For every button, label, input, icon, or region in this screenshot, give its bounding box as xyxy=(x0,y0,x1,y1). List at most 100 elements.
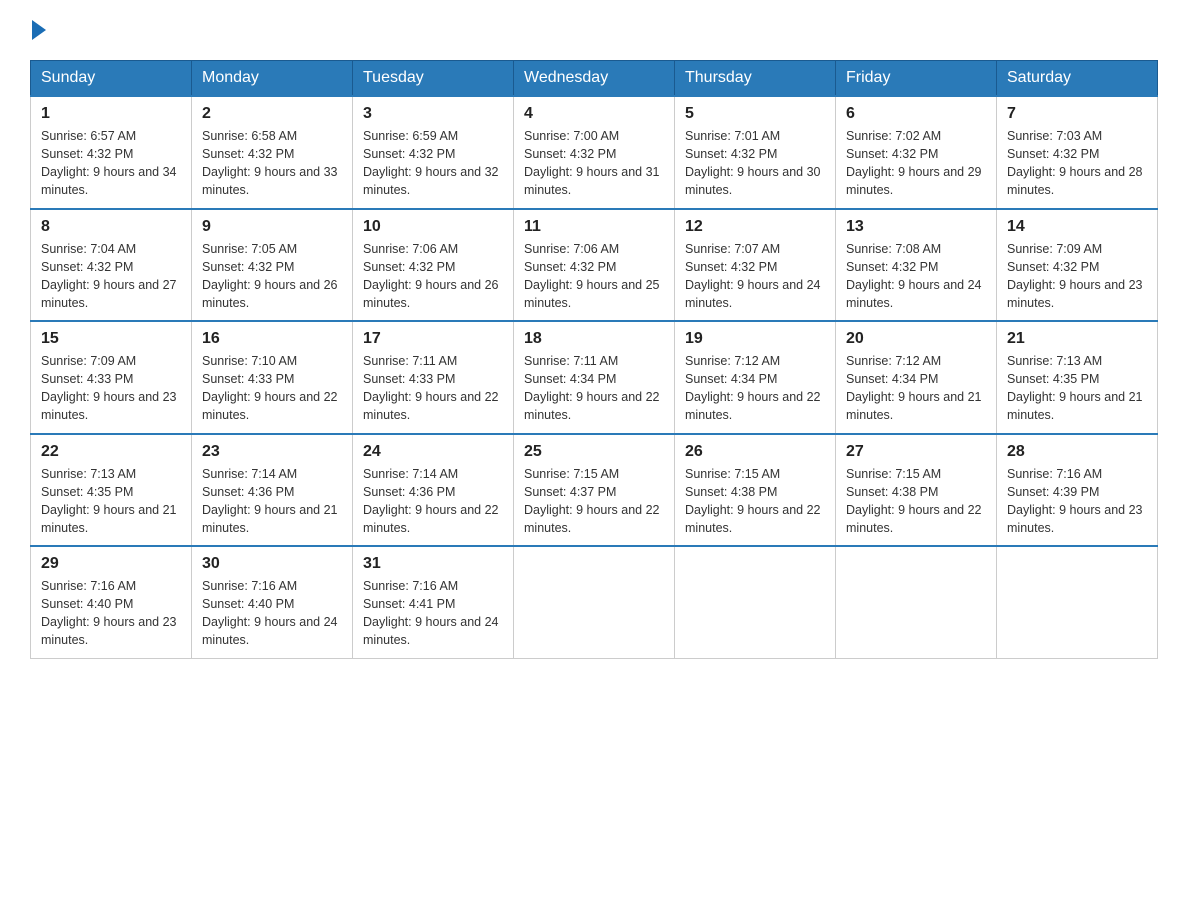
day-info: Sunrise: 7:10 AMSunset: 4:33 PMDaylight:… xyxy=(202,352,342,425)
calendar-cell: 7 Sunrise: 7:03 AMSunset: 4:32 PMDaylight… xyxy=(997,96,1158,209)
day-number: 24 xyxy=(363,443,503,461)
calendar-cell: 31 Sunrise: 7:16 AMSunset: 4:41 PMDayligh… xyxy=(353,546,514,658)
calendar-cell: 15 Sunrise: 7:09 AMSunset: 4:33 PMDayligh… xyxy=(31,321,192,434)
calendar-cell: 26 Sunrise: 7:15 AMSunset: 4:38 PMDayligh… xyxy=(675,434,836,547)
day-number: 17 xyxy=(363,330,503,348)
day-info: Sunrise: 7:01 AMSunset: 4:32 PMDaylight:… xyxy=(685,127,825,200)
calendar-cell: 6 Sunrise: 7:02 AMSunset: 4:32 PMDaylight… xyxy=(836,96,997,209)
calendar-cell: 10 Sunrise: 7:06 AMSunset: 4:32 PMDayligh… xyxy=(353,209,514,322)
day-info: Sunrise: 7:12 AMSunset: 4:34 PMDaylight:… xyxy=(846,352,986,425)
calendar-cell xyxy=(836,546,997,658)
day-number: 20 xyxy=(846,330,986,348)
calendar-cell: 20 Sunrise: 7:12 AMSunset: 4:34 PMDayligh… xyxy=(836,321,997,434)
calendar-cell: 4 Sunrise: 7:00 AMSunset: 4:32 PMDaylight… xyxy=(514,96,675,209)
day-info: Sunrise: 6:57 AMSunset: 4:32 PMDaylight:… xyxy=(41,127,181,200)
day-number: 26 xyxy=(685,443,825,461)
day-info: Sunrise: 7:16 AMSunset: 4:40 PMDaylight:… xyxy=(41,577,181,650)
day-number: 4 xyxy=(524,105,664,123)
day-number: 12 xyxy=(685,218,825,236)
day-number: 6 xyxy=(846,105,986,123)
day-info: Sunrise: 7:13 AMSunset: 4:35 PMDaylight:… xyxy=(41,465,181,538)
calendar-cell: 21 Sunrise: 7:13 AMSunset: 4:35 PMDayligh… xyxy=(997,321,1158,434)
logo-arrow-icon xyxy=(32,20,46,40)
calendar-cell: 27 Sunrise: 7:15 AMSunset: 4:38 PMDayligh… xyxy=(836,434,997,547)
week-row-1: 1 Sunrise: 6:57 AMSunset: 4:32 PMDaylight… xyxy=(31,96,1158,209)
day-info: Sunrise: 7:06 AMSunset: 4:32 PMDaylight:… xyxy=(524,240,664,313)
day-number: 2 xyxy=(202,105,342,123)
day-info: Sunrise: 7:09 AMSunset: 4:33 PMDaylight:… xyxy=(41,352,181,425)
logo xyxy=(30,20,48,40)
column-header-sunday: Sunday xyxy=(31,61,192,97)
column-header-tuesday: Tuesday xyxy=(353,61,514,97)
column-header-thursday: Thursday xyxy=(675,61,836,97)
calendar-cell: 16 Sunrise: 7:10 AMSunset: 4:33 PMDayligh… xyxy=(192,321,353,434)
day-info: Sunrise: 7:16 AMSunset: 4:39 PMDaylight:… xyxy=(1007,465,1147,538)
column-header-saturday: Saturday xyxy=(997,61,1158,97)
week-row-5: 29 Sunrise: 7:16 AMSunset: 4:40 PMDayligh… xyxy=(31,546,1158,658)
header-row: SundayMondayTuesdayWednesdayThursdayFrid… xyxy=(31,61,1158,97)
day-info: Sunrise: 7:08 AMSunset: 4:32 PMDaylight:… xyxy=(846,240,986,313)
day-number: 22 xyxy=(41,443,181,461)
calendar-cell xyxy=(514,546,675,658)
day-info: Sunrise: 7:00 AMSunset: 4:32 PMDaylight:… xyxy=(524,127,664,200)
calendar-table: SundayMondayTuesdayWednesdayThursdayFrid… xyxy=(30,60,1158,659)
calendar-cell: 5 Sunrise: 7:01 AMSunset: 4:32 PMDaylight… xyxy=(675,96,836,209)
day-info: Sunrise: 7:16 AMSunset: 4:41 PMDaylight:… xyxy=(363,577,503,650)
day-number: 23 xyxy=(202,443,342,461)
calendar-cell: 3Sunrise: 6:59 AMSunset: 4:32 PMDaylight… xyxy=(353,96,514,209)
calendar-cell: 1 Sunrise: 6:57 AMSunset: 4:32 PMDaylight… xyxy=(31,96,192,209)
day-number: 5 xyxy=(685,105,825,123)
calendar-cell: 29 Sunrise: 7:16 AMSunset: 4:40 PMDayligh… xyxy=(31,546,192,658)
day-info: Sunrise: 7:13 AMSunset: 4:35 PMDaylight:… xyxy=(1007,352,1147,425)
day-info: Sunrise: 7:15 AMSunset: 4:38 PMDaylight:… xyxy=(846,465,986,538)
calendar-cell: 19Sunrise: 7:12 AMSunset: 4:34 PMDayligh… xyxy=(675,321,836,434)
week-row-2: 8Sunrise: 7:04 AMSunset: 4:32 PMDaylight… xyxy=(31,209,1158,322)
day-number: 21 xyxy=(1007,330,1147,348)
day-info: Sunrise: 7:11 AMSunset: 4:33 PMDaylight:… xyxy=(363,352,503,425)
day-number: 14 xyxy=(1007,218,1147,236)
day-info: Sunrise: 7:16 AMSunset: 4:40 PMDaylight:… xyxy=(202,577,342,650)
calendar-cell xyxy=(997,546,1158,658)
calendar-cell: 24 Sunrise: 7:14 AMSunset: 4:36 PMDayligh… xyxy=(353,434,514,547)
column-header-friday: Friday xyxy=(836,61,997,97)
day-number: 9 xyxy=(202,218,342,236)
page-header xyxy=(30,20,1158,40)
calendar-cell xyxy=(675,546,836,658)
calendar-cell: 17 Sunrise: 7:11 AMSunset: 4:33 PMDayligh… xyxy=(353,321,514,434)
week-row-3: 15 Sunrise: 7:09 AMSunset: 4:33 PMDayligh… xyxy=(31,321,1158,434)
day-info: Sunrise: 7:06 AMSunset: 4:32 PMDaylight:… xyxy=(363,240,503,313)
day-info: Sunrise: 7:03 AMSunset: 4:32 PMDaylight:… xyxy=(1007,127,1147,200)
day-number: 7 xyxy=(1007,105,1147,123)
day-number: 10 xyxy=(363,218,503,236)
day-info: Sunrise: 7:02 AMSunset: 4:32 PMDaylight:… xyxy=(846,127,986,200)
day-info: Sunrise: 7:05 AMSunset: 4:32 PMDaylight:… xyxy=(202,240,342,313)
calendar-cell: 13 Sunrise: 7:08 AMSunset: 4:32 PMDayligh… xyxy=(836,209,997,322)
day-number: 18 xyxy=(524,330,664,348)
day-info: Sunrise: 6:58 AMSunset: 4:32 PMDaylight:… xyxy=(202,127,342,200)
day-info: Sunrise: 7:14 AMSunset: 4:36 PMDaylight:… xyxy=(202,465,342,538)
day-number: 15 xyxy=(41,330,181,348)
day-number: 1 xyxy=(41,105,181,123)
calendar-cell: 28 Sunrise: 7:16 AMSunset: 4:39 PMDayligh… xyxy=(997,434,1158,547)
day-number: 11 xyxy=(524,218,664,236)
calendar-cell: 12Sunrise: 7:07 AMSunset: 4:32 PMDayligh… xyxy=(675,209,836,322)
day-number: 8 xyxy=(41,218,181,236)
day-number: 29 xyxy=(41,555,181,573)
day-number: 31 xyxy=(363,555,503,573)
calendar-cell: 22 Sunrise: 7:13 AMSunset: 4:35 PMDayligh… xyxy=(31,434,192,547)
day-number: 13 xyxy=(846,218,986,236)
day-info: Sunrise: 7:12 AMSunset: 4:34 PMDaylight:… xyxy=(685,352,825,425)
calendar-cell: 8Sunrise: 7:04 AMSunset: 4:32 PMDaylight… xyxy=(31,209,192,322)
calendar-cell: 18Sunrise: 7:11 AMSunset: 4:34 PMDayligh… xyxy=(514,321,675,434)
calendar-cell: 25Sunrise: 7:15 AMSunset: 4:37 PMDayligh… xyxy=(514,434,675,547)
day-info: Sunrise: 7:14 AMSunset: 4:36 PMDaylight:… xyxy=(363,465,503,538)
calendar-cell: 14Sunrise: 7:09 AMSunset: 4:32 PMDayligh… xyxy=(997,209,1158,322)
day-info: Sunrise: 6:59 AMSunset: 4:32 PMDaylight:… xyxy=(363,127,503,200)
calendar-cell: 9 Sunrise: 7:05 AMSunset: 4:32 PMDaylight… xyxy=(192,209,353,322)
calendar-cell: 11 Sunrise: 7:06 AMSunset: 4:32 PMDayligh… xyxy=(514,209,675,322)
day-info: Sunrise: 7:15 AMSunset: 4:38 PMDaylight:… xyxy=(685,465,825,538)
day-number: 30 xyxy=(202,555,342,573)
day-number: 27 xyxy=(846,443,986,461)
day-number: 16 xyxy=(202,330,342,348)
day-number: 28 xyxy=(1007,443,1147,461)
